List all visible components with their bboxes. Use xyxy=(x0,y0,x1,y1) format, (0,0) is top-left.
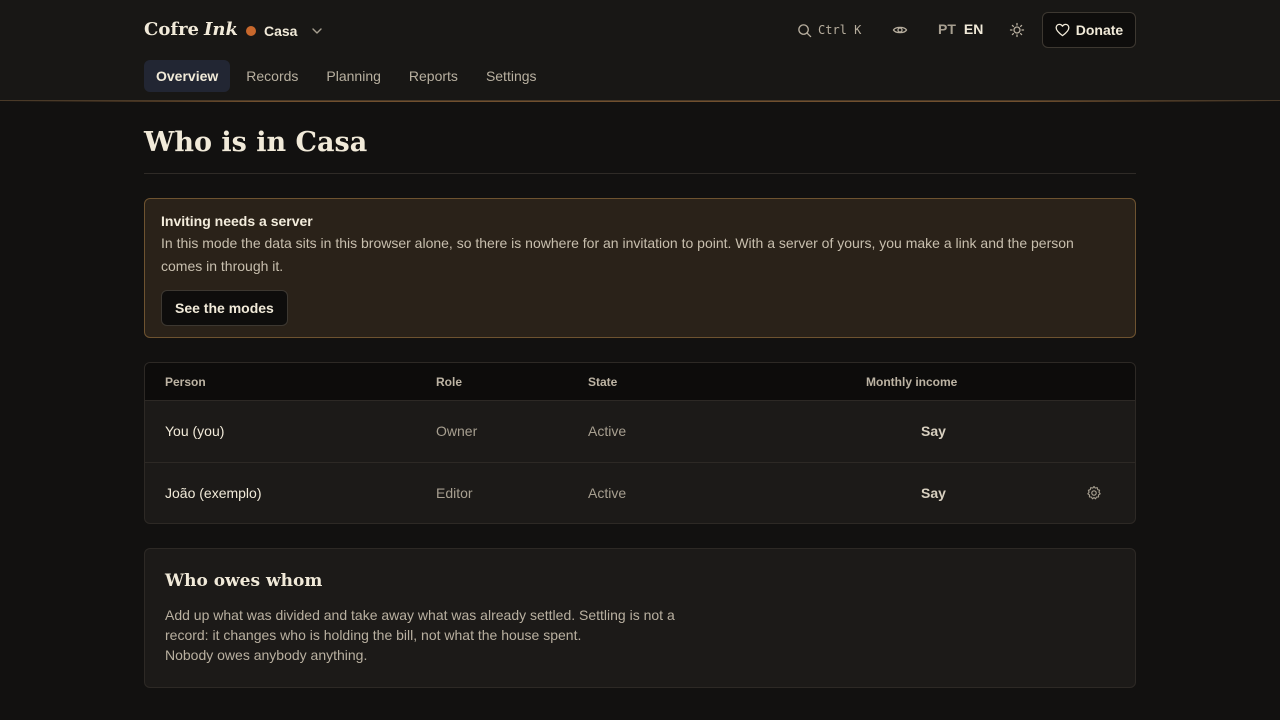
language-pt[interactable]: PT xyxy=(938,21,956,37)
theme-toggle-button[interactable] xyxy=(1006,19,1028,41)
owes-description: Add up what was divided and take away wh… xyxy=(165,607,675,643)
search-icon xyxy=(798,23,812,37)
brand-accent: Ink xyxy=(204,19,238,40)
top-header: Cofre Ink Casa Ctrl K PT EN Donate Overv… xyxy=(0,0,1280,102)
eye-icon xyxy=(892,26,908,34)
search-shortcut: Ctrl K xyxy=(818,23,862,37)
income-say-button[interactable]: Say xyxy=(921,423,946,439)
donate-label: Donate xyxy=(1075,22,1124,38)
column-state: State xyxy=(588,375,618,389)
column-person: Person xyxy=(165,375,206,389)
sun-icon xyxy=(1009,22,1025,38)
search-button[interactable]: Ctrl K xyxy=(797,21,861,39)
chevron-down-icon xyxy=(312,28,323,34)
privacy-toggle-button[interactable] xyxy=(889,19,911,41)
house-switcher[interactable]: Casa xyxy=(246,21,323,41)
brand-logo[interactable]: Cofre Ink xyxy=(144,19,238,43)
tab-overview[interactable]: Overview xyxy=(144,60,231,92)
table-row: João (exemplo) Editor Active Say xyxy=(145,462,1135,523)
server-notice: Inviting needs a server In this mode the… xyxy=(144,198,1136,338)
see-modes-button[interactable]: See the modes xyxy=(161,290,288,326)
column-monthly-income: Monthly income xyxy=(866,375,958,389)
tab-records[interactable]: Records xyxy=(234,60,310,92)
owes-status: Nobody owes anybody anything. xyxy=(165,647,368,663)
member-state: Active xyxy=(588,485,627,501)
table-header: Person Role State Monthly income xyxy=(145,363,1135,400)
notice-title: Inviting needs a server xyxy=(161,213,313,229)
member-name: You (you) xyxy=(165,423,225,439)
member-name: João (exemplo) xyxy=(165,485,262,501)
income-say-button[interactable]: Say xyxy=(921,485,946,501)
main-nav: Overview Records Planning Reports Settin… xyxy=(144,60,553,92)
table-row: You (you) Owner Active Say xyxy=(145,400,1135,462)
member-role: Owner xyxy=(436,423,478,439)
language-switcher: PT EN xyxy=(938,21,983,37)
column-role: Role xyxy=(436,375,463,389)
donate-button[interactable]: Donate xyxy=(1042,12,1136,48)
brand-word: Cofre xyxy=(144,19,200,40)
member-role: Editor xyxy=(436,485,473,501)
heart-icon xyxy=(1055,23,1070,37)
page-title: Who is in Casa xyxy=(144,127,368,158)
owes-title: Who owes whom xyxy=(165,571,323,591)
language-en[interactable]: EN xyxy=(964,21,983,37)
house-name: Casa xyxy=(264,23,298,39)
notice-body: In this mode the data sits in this brows… xyxy=(161,235,1074,274)
members-table: Person Role State Monthly income You (yo… xyxy=(144,362,1136,524)
tab-settings[interactable]: Settings xyxy=(474,60,549,92)
house-color-dot xyxy=(246,26,256,36)
tab-planning[interactable]: Planning xyxy=(314,60,393,92)
gear-icon[interactable] xyxy=(1086,485,1102,501)
who-owes-whom-card: Who owes whom Add up what was divided an… xyxy=(144,548,1136,688)
title-divider xyxy=(144,173,1136,174)
tab-reports[interactable]: Reports xyxy=(397,60,470,92)
member-state: Active xyxy=(588,423,627,439)
